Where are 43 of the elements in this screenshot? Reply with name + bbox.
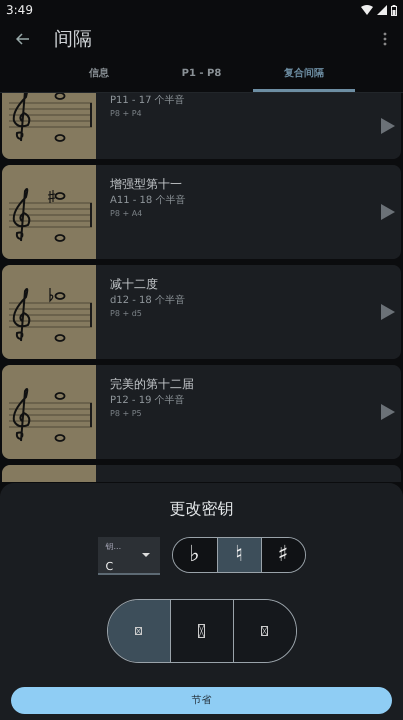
tab[interactable]: P1 - P8 (150, 58, 253, 92)
wifi-icon (361, 5, 373, 15)
status-time: 3:49 (6, 2, 33, 19)
interval-formula: P8 + A4 (110, 208, 144, 220)
interval-formula: P8 + P5 (110, 408, 143, 420)
interval-card[interactable]: P11 - 17 个半音 P8 + P4 (2, 93, 401, 159)
tab[interactable]: 信息 (48, 58, 150, 92)
interval-title: 完美的第十二届 (110, 376, 195, 393)
save-button[interactable]: 节省 (11, 687, 392, 714)
play-icon[interactable] (381, 204, 395, 220)
missing-glyph-icon (261, 626, 268, 636)
interval-card[interactable]: 减十二度 d12 - 18 个半音 P8 + d5 (2, 265, 401, 359)
interval-name: d12 - 18 个半音 (110, 294, 186, 308)
sheet-title: 更改密钥 (168, 498, 234, 520)
key-value: C (106, 559, 114, 575)
interval-card[interactable]: 增强型第十一 A11 - 18 个半音 P8 + A4 (2, 165, 401, 259)
interval-name: A11 - 18 个半音 (110, 194, 186, 208)
size-toggle[interactable] (232, 600, 296, 662)
signal-icon (377, 5, 387, 15)
play-icon[interactable] (381, 304, 395, 320)
accidental-toggle[interactable]: ♯ (260, 538, 304, 572)
caret-icon (142, 553, 150, 557)
interval-title: 增强型第十一 (110, 176, 183, 193)
more-options-icon[interactable] (383, 32, 387, 46)
battery-icon (391, 4, 397, 16)
interval-name: P11 - 17 个半音 (110, 94, 186, 108)
interval-formula: P8 + P4 (110, 108, 143, 120)
play-icon[interactable] (381, 404, 395, 420)
interval-title: 减十二度 (110, 276, 159, 293)
back-arrow-icon[interactable] (16, 33, 30, 45)
screen-title: 间隔 (54, 26, 92, 52)
accidental-toggle[interactable]: ♭ (172, 538, 216, 572)
key-label: 钥... (106, 541, 122, 553)
size-toggle[interactable] (108, 600, 170, 662)
interval-formula: P8 + d5 (110, 308, 143, 320)
interval-name: P12 - 19 个半音 (110, 394, 186, 408)
missing-glyph-icon (198, 624, 205, 638)
missing-glyph-icon (135, 627, 142, 635)
accidental-toggle[interactable]: ♮ (216, 538, 260, 572)
interval-card[interactable]: 完美的第十二届 P12 - 19 个半音 P8 + P5 (2, 365, 401, 459)
key-dropdown[interactable]: 钥... C (98, 537, 160, 575)
play-icon[interactable] (381, 118, 395, 134)
size-toggle[interactable] (170, 600, 232, 662)
